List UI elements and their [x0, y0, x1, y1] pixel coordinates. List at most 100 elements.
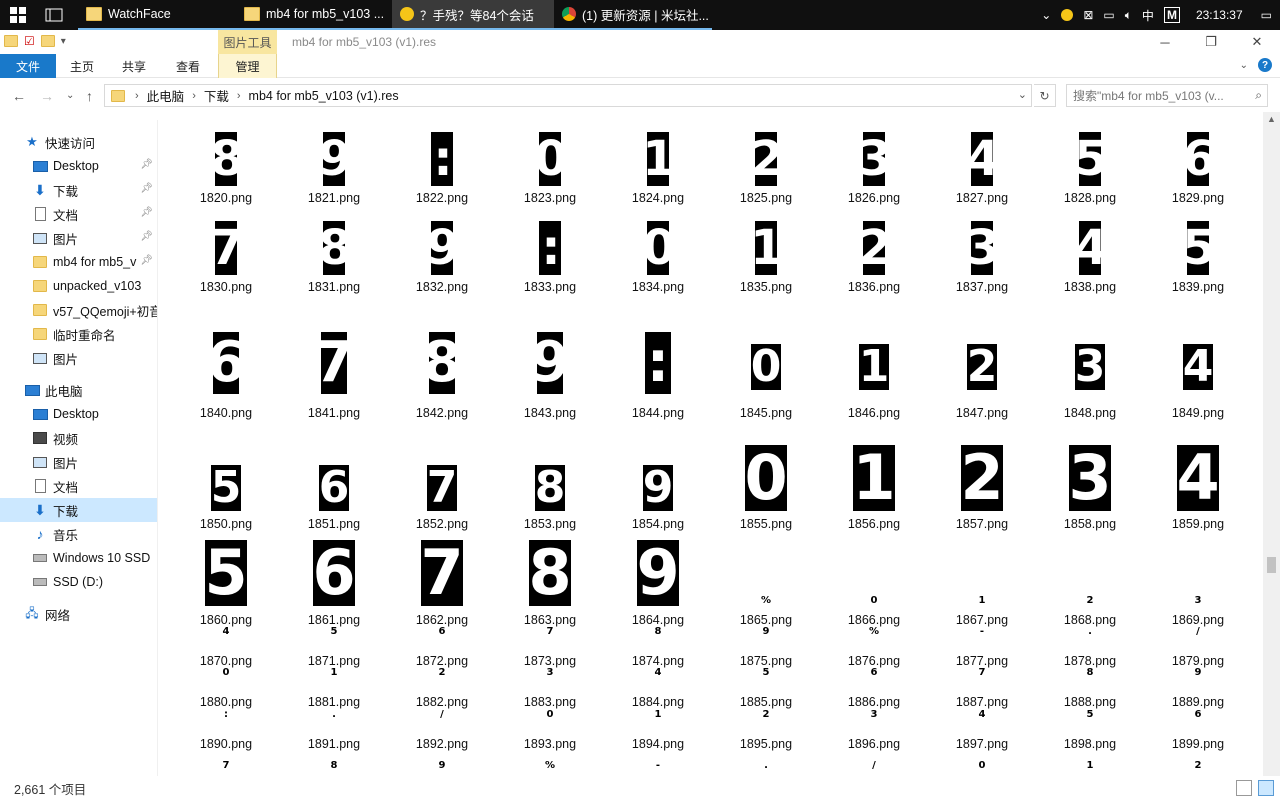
file-tile[interactable]: - — [604, 760, 712, 776]
file-tile[interactable]: 9 1832.png — [388, 209, 496, 296]
file-tile[interactable]: 5 1850.png — [172, 447, 280, 533]
details-view-button[interactable] — [1236, 780, 1252, 796]
ime-mode-indicator[interactable]: M — [1163, 7, 1180, 23]
forward-arrow-icon[interactable]: → — [40, 88, 54, 104]
sidebar-pc-item[interactable]: 文档 — [0, 474, 157, 498]
chevron-right-icon[interactable]: › — [237, 90, 241, 102]
sidebar-pc-item[interactable]: 图片 — [0, 450, 157, 474]
file-tile[interactable]: 0 1855.png — [712, 445, 820, 533]
notification-icon[interactable]: ▭ — [1261, 8, 1272, 22]
file-tile[interactable]: 4 1884.png — [604, 667, 712, 711]
file-tile[interactable]: . 1878.png — [1036, 626, 1144, 670]
file-tile[interactable]: 9 1864.png — [604, 540, 712, 629]
file-tile[interactable]: 2 1868.png — [1036, 540, 1144, 629]
file-tile[interactable]: 1 1824.png — [604, 120, 712, 207]
file-tile[interactable]: 9 1889.png — [1144, 667, 1252, 711]
file-tile[interactable]: 6 1861.png — [280, 540, 388, 629]
taskbar-window-qq[interactable]: ？手残？等84个会话 — [392, 0, 554, 30]
file-tile[interactable]: 8 1863.png — [496, 540, 604, 629]
file-tile[interactable]: 6 1886.png — [820, 667, 928, 711]
file-tile[interactable]: 0 1834.png — [604, 209, 712, 296]
close-button[interactable]: ✕ — [1234, 30, 1280, 54]
file-tile[interactable]: . — [712, 760, 820, 776]
breadcrumb-current-folder[interactable]: mb4 for mb5_v103 (v1).res — [249, 89, 399, 103]
up-arrow-icon[interactable]: ↑ — [86, 88, 93, 104]
file-tile[interactable]: : 1844.png — [604, 328, 712, 422]
file-tile[interactable]: 3 1848.png — [1036, 328, 1144, 422]
file-tile[interactable]: / — [820, 760, 928, 776]
vertical-scrollbar[interactable]: ▲ — [1263, 112, 1280, 776]
sidebar-pc-item[interactable]: Desktop — [0, 402, 157, 426]
file-tile[interactable]: 8 — [280, 760, 388, 776]
scroll-up-icon[interactable]: ▲ — [1267, 114, 1276, 124]
file-tile[interactable]: 7 1852.png — [388, 447, 496, 533]
chevron-up-icon[interactable]: ⌄ — [1041, 8, 1051, 22]
file-tile[interactable]: 4 1870.png — [172, 626, 280, 670]
file-tile[interactable]: 9 1821.png — [280, 120, 388, 207]
file-tile[interactable]: 1 1867.png — [928, 540, 1036, 629]
file-tile[interactable]: 3 1896.png — [820, 709, 928, 753]
tab-manage[interactable]: 管理 — [218, 54, 277, 78]
file-tile[interactable]: 4 1897.png — [928, 709, 1036, 753]
file-tile[interactable]: 8 1831.png — [280, 209, 388, 296]
file-tile[interactable]: 1 — [1036, 760, 1144, 776]
help-icon[interactable]: ? — [1258, 58, 1272, 72]
chevron-right-icon[interactable]: › — [192, 90, 196, 102]
file-tile[interactable]: 3 1826.png — [820, 120, 928, 207]
file-tile[interactable]: 9 1854.png — [604, 447, 712, 533]
file-tile[interactable]: 0 1823.png — [496, 120, 604, 207]
breadcrumb-this-pc[interactable]: 此电脑 — [147, 86, 185, 105]
file-tile[interactable]: 5 1839.png — [1144, 209, 1252, 296]
new-folder-icon[interactable] — [40, 35, 55, 47]
file-tile[interactable]: 3 1858.png — [1036, 445, 1144, 533]
file-tile[interactable]: 6 1840.png — [172, 328, 280, 422]
back-arrow-icon[interactable]: ← — [12, 88, 26, 104]
file-tile[interactable]: 2 1857.png — [928, 445, 1036, 533]
file-tile[interactable]: 1 1894.png — [604, 709, 712, 753]
file-tile[interactable]: - 1877.png — [928, 626, 1036, 670]
sidebar-pc-item[interactable]: 视频 — [0, 426, 157, 450]
file-tile[interactable]: 5 1860.png — [172, 540, 280, 629]
taskbar-window-chrome[interactable]: (1) 更新资源 | 米坛社... — [554, 0, 712, 30]
file-tile[interactable]: : 1822.png — [388, 120, 496, 207]
ime-indicator[interactable]: 中 — [1142, 7, 1154, 24]
file-tile[interactable]: 2 1882.png — [388, 667, 496, 711]
file-tile[interactable]: 7 1830.png — [172, 209, 280, 296]
tab-file[interactable]: 文件 — [0, 54, 56, 78]
file-tile[interactable]: 5 1871.png — [280, 626, 388, 670]
file-tile[interactable]: 3 1869.png — [1144, 540, 1252, 629]
sidebar-pc-item[interactable]: ♪ 音乐 — [0, 522, 157, 546]
file-tile[interactable]: 8 1853.png — [496, 447, 604, 533]
file-tile[interactable]: 4 1849.png — [1144, 328, 1252, 422]
chevron-right-icon[interactable]: › — [135, 90, 139, 102]
file-tile[interactable]: 0 1866.png — [820, 540, 928, 629]
file-tile[interactable]: 1 1881.png — [280, 667, 388, 711]
file-tile[interactable]: 2 1825.png — [712, 120, 820, 207]
scrollbar-thumb[interactable] — [1267, 557, 1276, 573]
file-tile[interactable]: 9 1843.png — [496, 328, 604, 422]
search-input[interactable]: 搜索"mb4 for mb5_v103 (v... ⌕ — [1066, 84, 1268, 107]
file-tile[interactable]: 7 — [172, 760, 280, 776]
file-tile[interactable]: 6 1872.png — [388, 626, 496, 670]
sidebar-quick-item[interactable]: ⬇ 下载 📌︎ — [0, 178, 157, 202]
file-tile[interactable]: 3 1837.png — [928, 209, 1036, 296]
tab-view[interactable]: 查看 — [160, 54, 216, 78]
sidebar-this-pc[interactable]: 此电脑 — [0, 378, 157, 402]
file-tile[interactable]: 6 1851.png — [280, 447, 388, 533]
qat-dropdown-icon[interactable]: ▾ — [61, 36, 66, 47]
file-tile[interactable]: 7 1873.png — [496, 626, 604, 670]
file-tile[interactable]: % 1865.png — [712, 540, 820, 629]
sidebar-pc-item[interactable]: ⬇ 下载 — [0, 498, 157, 522]
file-tile[interactable]: 2 1895.png — [712, 709, 820, 753]
file-tile[interactable]: 5 1828.png — [1036, 120, 1144, 207]
file-tile[interactable]: 6 1899.png — [1144, 709, 1252, 753]
file-tile[interactable]: 1 1856.png — [820, 445, 928, 533]
clock[interactable]: 23:13:37 — [1196, 8, 1243, 22]
file-tile[interactable]: 0 1845.png — [712, 328, 820, 422]
sidebar-pc-item[interactable]: SSD (D:) — [0, 570, 157, 594]
volume-icon[interactable]: 🔈︎ — [1125, 8, 1132, 23]
minimize-button[interactable]: ─ — [1142, 30, 1188, 54]
ribbon-expand-icon[interactable]: ⌄ — [1240, 60, 1248, 71]
file-tile[interactable]: % 1876.png — [820, 626, 928, 670]
sidebar-network[interactable]: 🖧︎ 网络 — [0, 602, 157, 626]
